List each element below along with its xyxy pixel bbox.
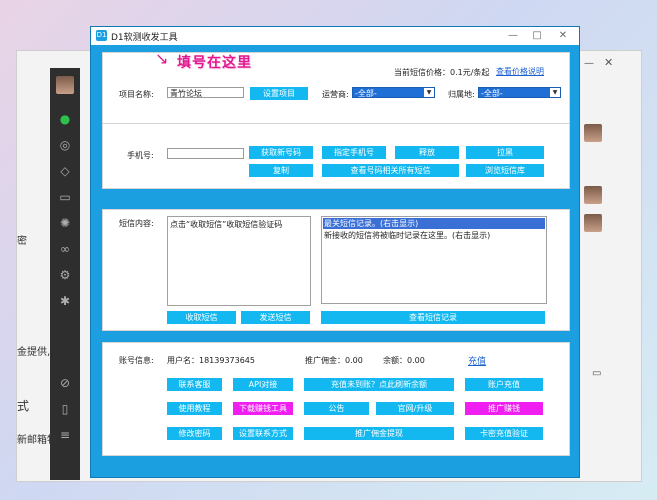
set-project-button[interactable]: 设置项目 [250, 87, 308, 100]
minimize-button[interactable]: — [505, 29, 521, 43]
commission-text: 推广佣金：0.00 [305, 356, 363, 365]
moments-icon[interactable]: ✺ [58, 216, 72, 230]
send-sms-button[interactable]: 发送短信 [241, 311, 310, 324]
username-text: 用户名：18139373645 [167, 356, 255, 365]
phone-panel: 手机号: 获取新号码 复制 指定手机号 释放 拉黑 查看号码相关所有短信 浏览短… [102, 123, 570, 189]
background-text: 密 [17, 236, 27, 247]
operator-value: -全部- [355, 89, 377, 98]
set-contact-button[interactable]: 设置联系方式 [233, 427, 293, 440]
region-label: 归属地: [448, 90, 475, 99]
project-name-input[interactable]: 青竹论坛 [167, 87, 244, 98]
sparkle-icon[interactable]: ✱ [58, 294, 72, 308]
phone-input[interactable] [167, 148, 244, 159]
sms-history-list[interactable]: 最关短信记录。(右击显示) 新接收的短信将被临时记录在这里。(右击显示) [321, 216, 547, 304]
price-link[interactable]: 查看价格说明 [496, 66, 544, 77]
gear-icon[interactable]: ⚙ [58, 268, 72, 282]
background-text: 新邮箱特 [17, 435, 57, 446]
view-all-sms-button[interactable]: 查看号码相关所有短信 [322, 164, 459, 177]
refresh-balance-button[interactable]: 充值未到账？点此刷新余额 [304, 378, 454, 391]
browse-sms-button[interactable]: 浏览短信库 [466, 164, 544, 177]
operator-select[interactable]: -全部- ▼ [352, 87, 435, 98]
avatar [584, 124, 602, 142]
release-button[interactable]: 释放 [395, 146, 459, 159]
chevron-down-icon: ▼ [550, 88, 560, 97]
change-password-button[interactable]: 修改密码 [167, 427, 222, 440]
sms-content-textarea[interactable]: 点击“收取短信”收取短信验证码 [167, 216, 311, 306]
avatar [584, 214, 602, 232]
annotation-arrow-icon: ↘ [155, 49, 169, 68]
blacklist-button[interactable]: 拉黑 [466, 146, 544, 159]
account-label: 账号信息: [119, 356, 154, 365]
background-text: 金提供, [17, 347, 51, 358]
recharge-link[interactable]: 充值 [468, 354, 486, 367]
chat-icon[interactable]: ● [58, 112, 72, 126]
mini-program-icon[interactable]: ⊘ [58, 376, 72, 390]
close-button[interactable]: ✕ [555, 29, 571, 43]
app-logo-icon: D1 [96, 30, 107, 41]
avatar [56, 76, 74, 94]
get-number-button[interactable]: 获取新号码 [249, 146, 313, 159]
close-icon[interactable]: ✕ [604, 56, 613, 69]
download-tool-button[interactable]: 下载赚钱工具 [233, 402, 293, 415]
price-label: 当前短信价格：0.1元/条起 [394, 68, 490, 77]
tool-window: D1 D1软测收发工具 — □ ✕ 当前短信价格：0.1元/条起 查看价格说明 … [90, 26, 580, 478]
receive-sms-button[interactable]: 收取短信 [167, 311, 236, 324]
annotation-text: 填号在这里 [177, 55, 252, 71]
account-panel: 账号信息: 用户名：18139373645 推广佣金：0.00 余额：0.00 … [102, 342, 570, 456]
sms-history-item[interactable]: 新接收的短信将被临时记录在这里。(右击显示) [322, 230, 546, 241]
card-recharge-button[interactable]: 卡密充值验证 [465, 427, 543, 440]
chevron-down-icon: ▼ [424, 88, 434, 97]
tutorial-button[interactable]: 使用教程 [167, 402, 222, 415]
copy-button[interactable]: 复制 [249, 164, 313, 177]
sms-history-item-selected[interactable]: 最关短信记录。(右击显示) [323, 218, 545, 229]
window-title: D1软测收发工具 [111, 33, 178, 43]
maximize-button[interactable]: □ [529, 29, 545, 43]
notice-button[interactable]: 公告 [304, 402, 369, 415]
video-icon[interactable]: ▭ [592, 368, 601, 379]
balance-text: 余额：0.00 [383, 356, 425, 365]
phone-label: 手机号: [127, 151, 154, 160]
promote-earn-button[interactable]: 推广赚钱 [465, 402, 543, 415]
avatar [584, 186, 602, 204]
project-name-label: 项目名称: [119, 90, 154, 99]
background-text: 式 [17, 399, 30, 413]
view-sms-history-button[interactable]: 查看短信记录 [321, 311, 545, 324]
channels-icon[interactable]: ∞ [58, 242, 72, 256]
contacts-icon[interactable]: ◎ [58, 138, 72, 152]
sms-content-text: 点击“收取短信”收取短信验证码 [170, 220, 283, 229]
api-button[interactable]: API对接 [233, 378, 293, 391]
menu-icon[interactable]: ≡ [58, 428, 72, 442]
sms-label: 短信内容: [119, 219, 154, 228]
sms-panel: 短信内容: 点击“收取短信”收取短信验证码 最关短信记录。(右击显示) 新接收的… [102, 209, 570, 331]
withdraw-commission-button[interactable]: 推广佣金提现 [304, 427, 454, 440]
title-bar: D1 D1软测收发工具 — □ ✕ [91, 27, 579, 45]
cube-icon[interactable]: ◇ [58, 164, 72, 178]
region-select[interactable]: -全部- ▼ [478, 87, 561, 98]
specify-number-button[interactable]: 指定手机号 [322, 146, 386, 159]
phone-icon[interactable]: ▯ [58, 402, 72, 416]
website-upgrade-button[interactable]: 官网/升级 [376, 402, 454, 415]
minimize-icon[interactable]: — [584, 58, 594, 69]
folder-icon[interactable]: ▭ [58, 190, 72, 204]
account-recharge-button[interactable]: 账户充值 [465, 378, 543, 391]
contact-service-button[interactable]: 联系客服 [167, 378, 222, 391]
region-value: -全部- [481, 89, 503, 98]
operator-label: 运营商: [322, 90, 349, 99]
